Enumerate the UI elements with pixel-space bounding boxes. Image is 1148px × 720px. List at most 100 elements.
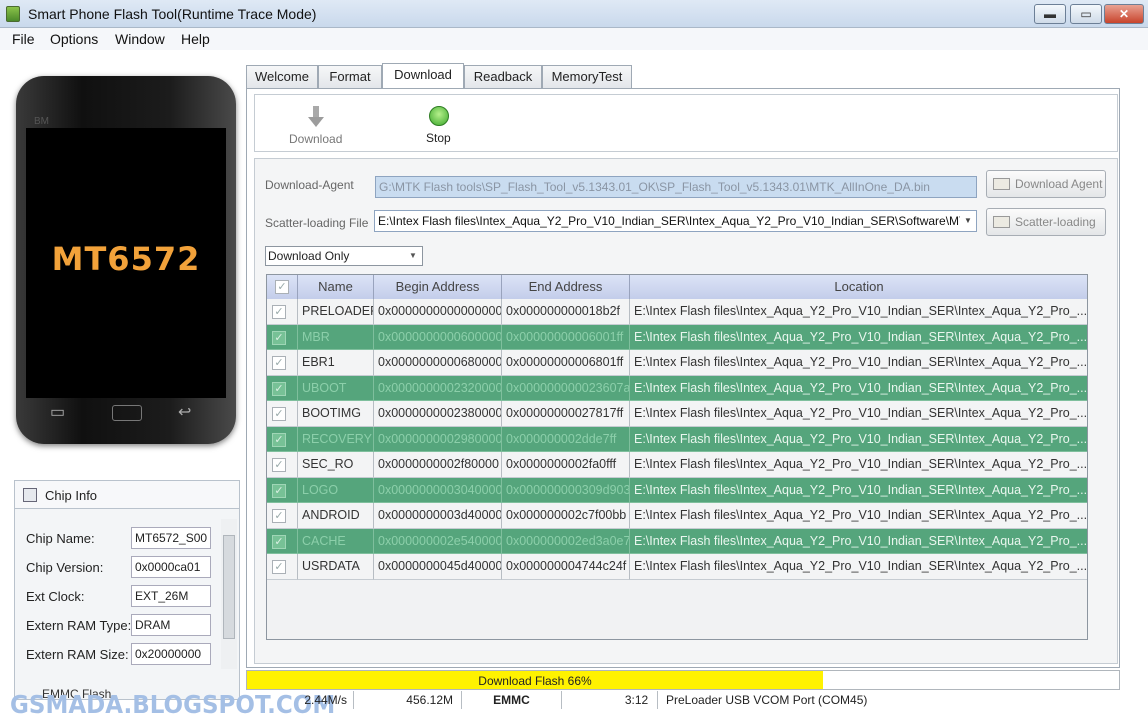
- header-location[interactable]: Location: [630, 275, 1087, 299]
- select-all-checkbox[interactable]: ✓: [275, 280, 289, 294]
- row-checkbox[interactable]: ✓: [272, 407, 286, 421]
- menu-window[interactable]: Window: [115, 31, 165, 47]
- status-time: 3:12: [562, 691, 658, 709]
- chevron-down-icon: ▼: [409, 251, 417, 260]
- cell-location: E:\Intex Flash files\Intex_Aqua_Y2_Pro_V…: [630, 376, 1087, 401]
- tab-format[interactable]: Format: [318, 65, 382, 88]
- folder-icon: [993, 178, 1010, 190]
- cell-end: 0x000000002dde7ff: [502, 426, 630, 452]
- row-checkbox[interactable]: ✓: [272, 381, 286, 396]
- cell-end: 0x000000000309d903: [502, 477, 630, 503]
- download-mode-select[interactable]: Download Only ▼: [265, 246, 423, 266]
- cell-check: ✓: [267, 426, 298, 452]
- header-name[interactable]: Name: [298, 275, 374, 299]
- cell-check: ✓: [267, 452, 298, 478]
- cell-location: E:\Intex Flash files\Intex_Aqua_Y2_Pro_V…: [630, 350, 1087, 376]
- tab-readback[interactable]: Readback: [464, 65, 542, 88]
- cell-location: E:\Intex Flash files\Intex_Aqua_Y2_Pro_V…: [630, 325, 1087, 350]
- close-button[interactable]: ✕: [1104, 4, 1144, 24]
- chip-info-scrollbar[interactable]: [221, 519, 237, 669]
- chip-name-label: Chip Name:: [26, 531, 95, 546]
- table-row[interactable]: ✓ SEC_RO 0x0000000002f80000 0x0000000002fa0…: [267, 452, 1087, 478]
- menu-file[interactable]: File: [12, 31, 35, 47]
- cell-begin: 0x0000000000680000: [374, 350, 502, 376]
- cell-name: CACHE: [298, 528, 374, 554]
- cell-check: ✓: [267, 375, 298, 401]
- row-checkbox[interactable]: ✓: [272, 330, 286, 345]
- stop-icon[interactable]: [429, 106, 449, 126]
- table-row[interactable]: ✓ USRDATA 0x0000000045d40000 0x000000004744…: [267, 554, 1087, 580]
- menu-options[interactable]: Options: [50, 31, 98, 47]
- ram-size-value: 0x20000000: [131, 643, 211, 665]
- scrollbar-thumb[interactable]: [223, 535, 235, 639]
- download-agent-field[interactable]: G:\MTK Flash tools\SP_Flash_Tool_v5.1343…: [375, 176, 977, 198]
- cell-name: EBR1: [298, 350, 374, 376]
- row-checkbox[interactable]: ✓: [272, 534, 286, 549]
- row-checkbox[interactable]: ✓: [272, 560, 286, 574]
- cell-begin: 0x0000000002f80000: [374, 452, 502, 478]
- download-arrow-icon[interactable]: [308, 106, 324, 128]
- tab-download[interactable]: Download: [382, 63, 464, 89]
- cell-begin: 0x0000000000600000: [374, 324, 502, 350]
- cell-location: E:\Intex Flash files\Intex_Aqua_Y2_Pro_V…: [630, 299, 1087, 325]
- tab-memorytest[interactable]: MemoryTest: [542, 65, 632, 88]
- table-row[interactable]: ✓ EBR1 0x0000000000680000 0x00000000006801f…: [267, 350, 1087, 376]
- cell-location: E:\Intex Flash files\Intex_Aqua_Y2_Pro_V…: [630, 478, 1087, 503]
- table-row[interactable]: ✓ RECOVERY 0x0000000002980000 0x000000002dd…: [267, 426, 1087, 452]
- cell-begin: 0x0000000003d40000: [374, 503, 502, 529]
- progress-bar: Download Flash 66%: [246, 670, 1120, 690]
- header-check[interactable]: ✓: [267, 275, 298, 299]
- scatter-field[interactable]: E:\Intex Flash files\Intex_Aqua_Y2_Pro_V…: [374, 210, 977, 232]
- cell-end: 0x000000004744c24f: [502, 554, 630, 580]
- row-checkbox[interactable]: ✓: [272, 458, 286, 472]
- download-button[interactable]: Download: [289, 132, 342, 146]
- table-row[interactable]: ✓ MBR 0x0000000000600000 0x00000000006001ff…: [267, 324, 1087, 350]
- status-size: 456.12M: [354, 691, 462, 709]
- phone-screen: MT6572: [26, 128, 226, 398]
- row-checkbox[interactable]: ✓: [272, 483, 286, 498]
- table-row[interactable]: ✓ ANDROID 0x0000000003d40000 0x000000002c7f…: [267, 503, 1087, 529]
- cell-check: ✓: [267, 477, 298, 503]
- table-row[interactable]: ✓ BOOTIMG 0x0000000002380000 0x000000000278…: [267, 401, 1087, 427]
- ram-size-label: Extern RAM Size:: [26, 647, 129, 662]
- scatter-loading-button[interactable]: Scatter-loading: [986, 208, 1106, 236]
- minimize-button[interactable]: ▬: [1034, 4, 1066, 24]
- partition-table: ✓ Name Begin Address End Address Locatio…: [266, 274, 1088, 640]
- chip-name-value: MT6572_S00: [131, 527, 211, 549]
- row-checkbox[interactable]: ✓: [272, 509, 286, 523]
- table-header: ✓ Name Begin Address End Address Locatio…: [267, 275, 1087, 299]
- cell-name: MBR: [298, 324, 374, 350]
- cell-name: PRELOADER: [298, 299, 374, 325]
- row-checkbox[interactable]: ✓: [272, 356, 286, 370]
- chip-info-panel: Chip Info Chip Name: MT6572_S00 Chip Ver…: [14, 480, 240, 700]
- menu-help[interactable]: Help: [181, 31, 210, 47]
- ext-clock-value: EXT_26M: [131, 585, 211, 607]
- cell-location: E:\Intex Flash files\Intex_Aqua_Y2_Pro_V…: [630, 529, 1087, 554]
- row-checkbox[interactable]: ✓: [272, 432, 286, 447]
- chip-version-value: 0x0000ca01: [131, 556, 211, 578]
- phone-image: BM MT6572 ▭ ↩: [16, 76, 236, 444]
- maximize-button[interactable]: ▭: [1070, 4, 1102, 24]
- tab-welcome[interactable]: Welcome: [246, 65, 318, 88]
- cell-name: UBOOT: [298, 375, 374, 401]
- stop-button[interactable]: Stop: [426, 131, 451, 145]
- toolbar: [254, 94, 1118, 152]
- back-key-icon: ↩: [178, 404, 192, 421]
- table-row[interactable]: ✓ PRELOADER 0x0000000000000000 0x0000000000…: [267, 299, 1087, 325]
- cell-check: ✓: [267, 350, 298, 376]
- download-agent-button[interactable]: Download Agent: [986, 170, 1106, 198]
- cell-check: ✓: [267, 503, 298, 529]
- chip-info-header: Chip Info: [15, 481, 239, 509]
- header-end[interactable]: End Address: [502, 275, 630, 299]
- scatter-dropdown-icon[interactable]: ▼: [960, 212, 976, 230]
- cell-check: ✓: [267, 324, 298, 350]
- menu-key-icon: ▭: [50, 404, 66, 421]
- table-row[interactable]: ✓ UBOOT 0x0000000002320000 0x00000000002360…: [267, 375, 1087, 401]
- menu-bar: File Options Window Help: [0, 28, 1148, 50]
- header-begin[interactable]: Begin Address: [374, 275, 502, 299]
- cell-end: 0x000000002ed3a0e7: [502, 528, 630, 554]
- table-row[interactable]: ✓ CACHE 0x000000002e540000 0x000000002ed3a0…: [267, 528, 1087, 554]
- cell-location: E:\Intex Flash files\Intex_Aqua_Y2_Pro_V…: [630, 554, 1087, 580]
- row-checkbox[interactable]: ✓: [272, 305, 286, 319]
- table-row[interactable]: ✓ LOGO 0x0000000003040000 0x000000000309d90…: [267, 477, 1087, 503]
